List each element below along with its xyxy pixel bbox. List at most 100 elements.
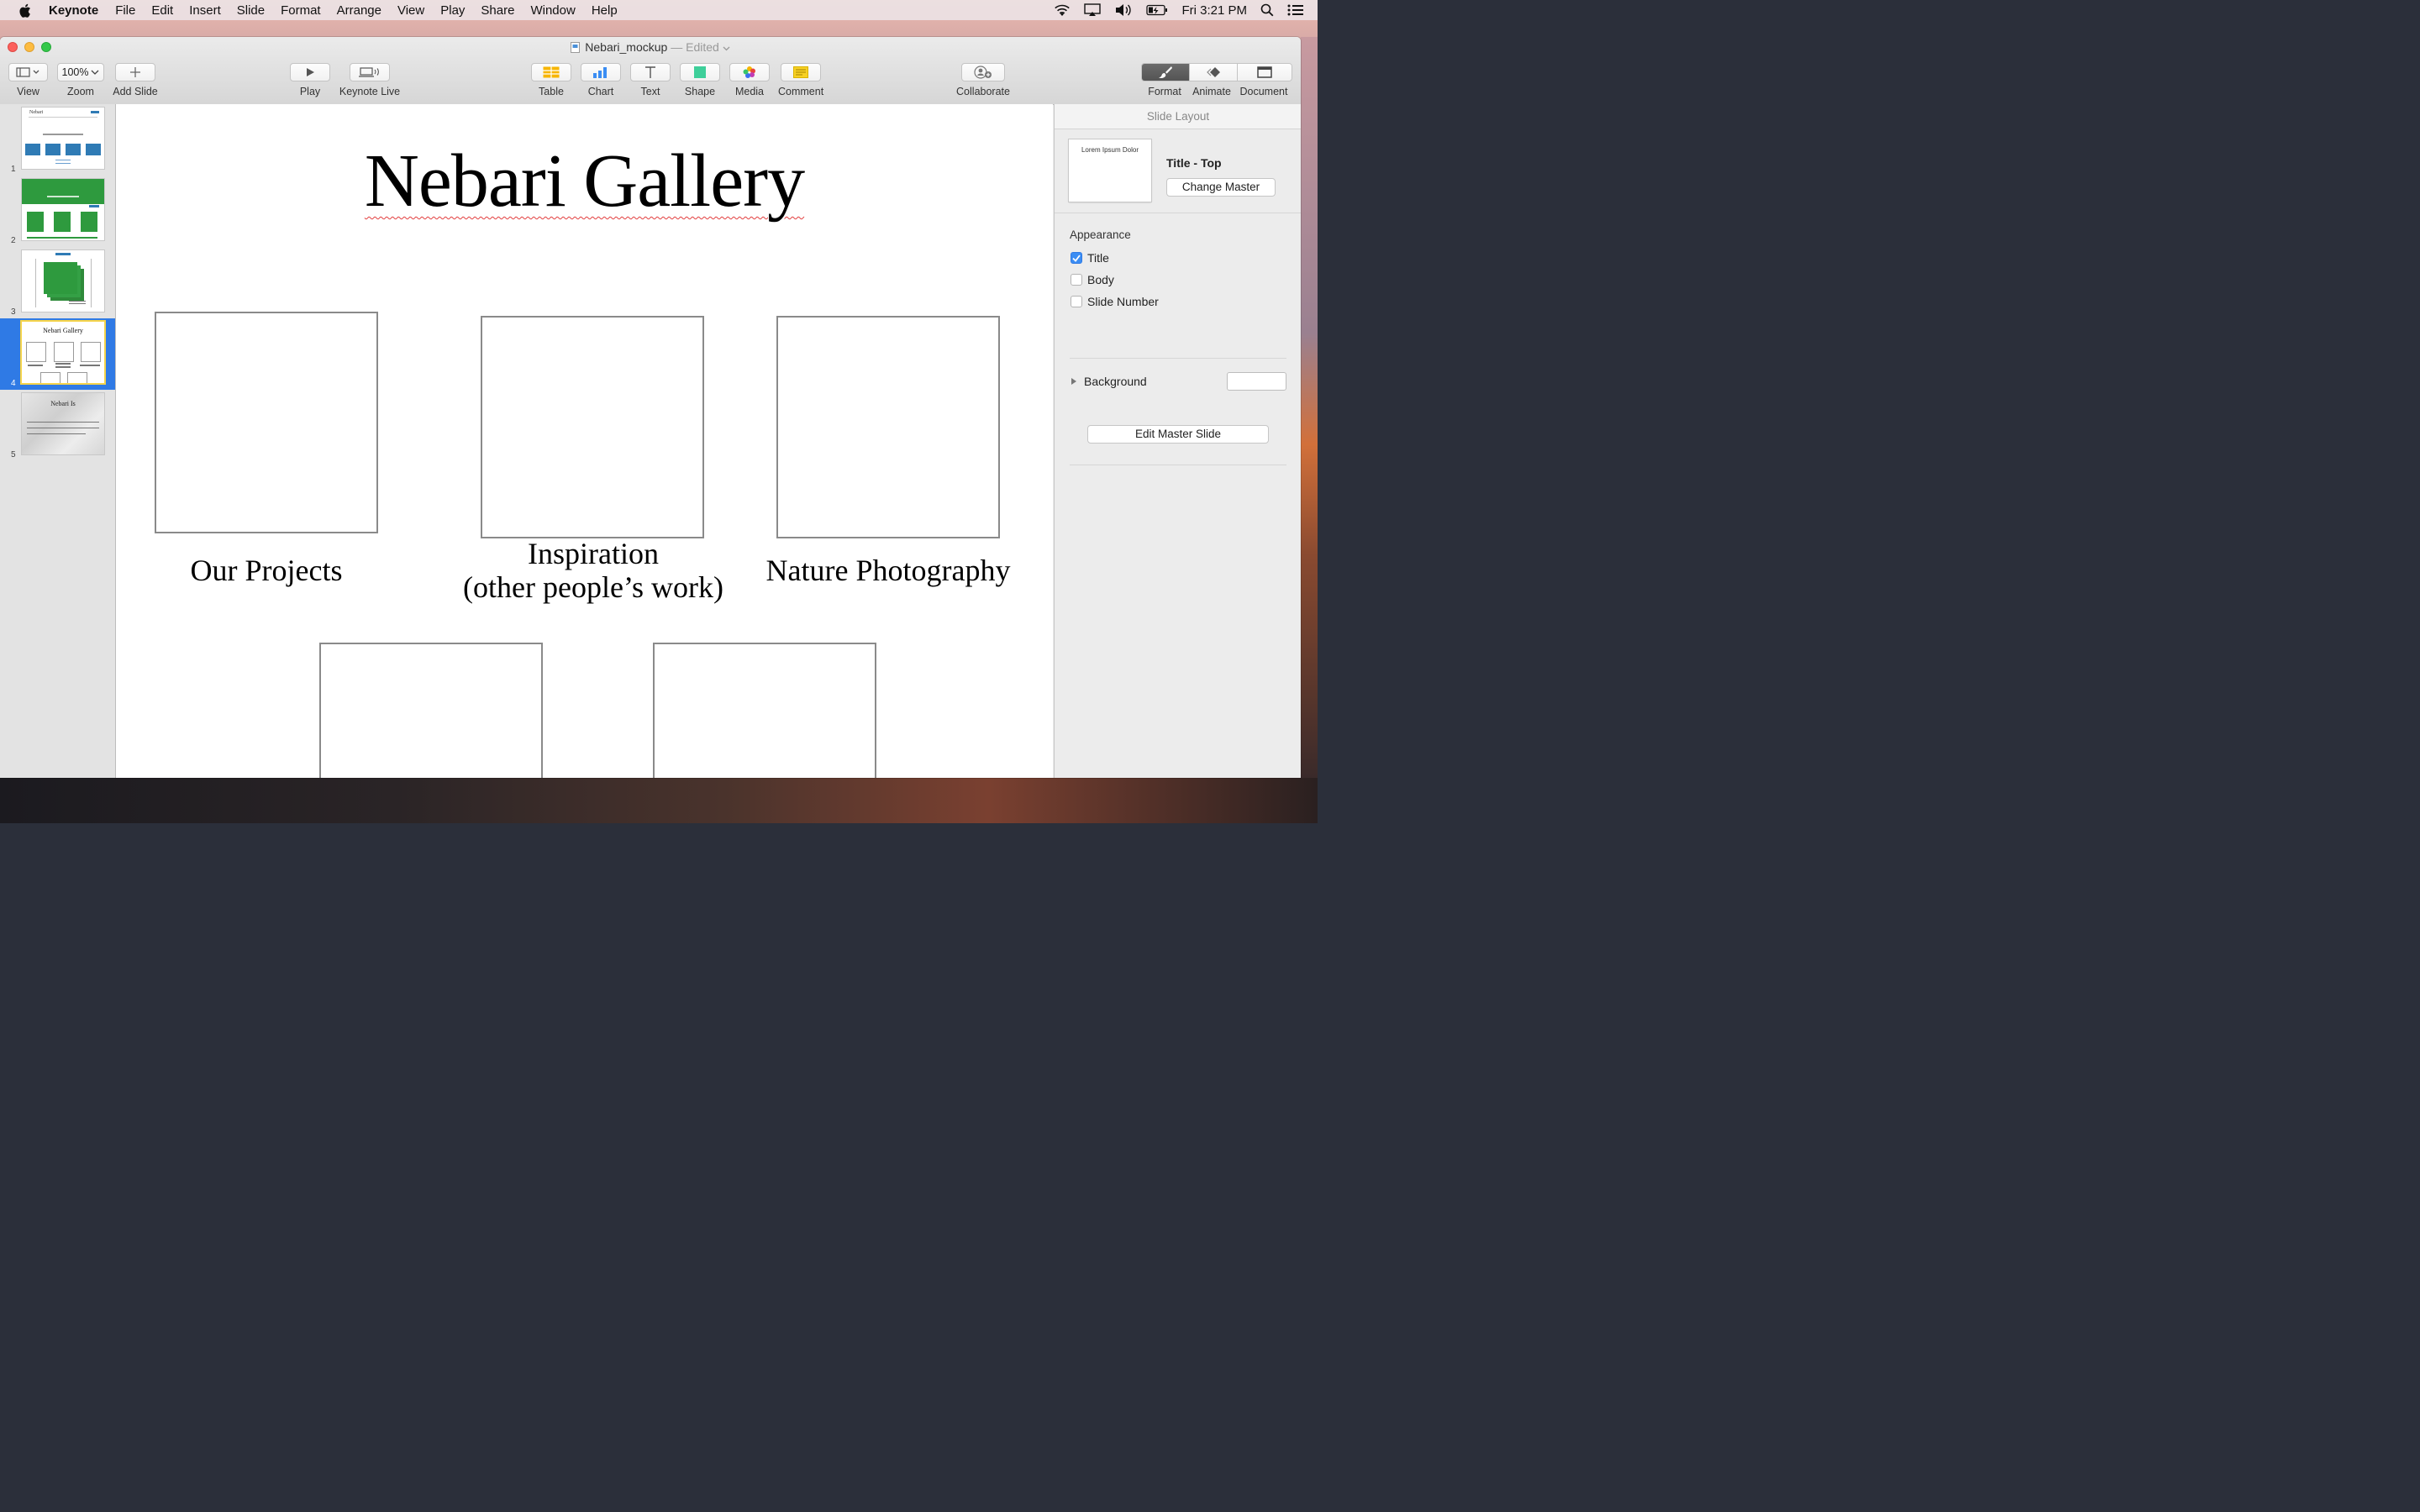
slide-number-3: 3 — [11, 307, 16, 317]
menu-insert[interactable]: Insert — [189, 3, 221, 18]
slide-thumbnail-5[interactable]: Nebari Is 5 — [0, 390, 115, 461]
volume-icon[interactable] — [1114, 3, 1133, 17]
comment-label: Comment — [778, 86, 824, 97]
format-tab[interactable] — [1142, 64, 1190, 81]
view-label: View — [17, 86, 39, 97]
label-inspiration[interactable]: Inspiration (other people’s work) — [455, 537, 731, 604]
background-disclosure[interactable]: Background — [1070, 375, 1147, 388]
title-checkbox[interactable] — [1071, 252, 1082, 264]
label-our-projects[interactable]: Our Projects — [146, 554, 387, 587]
chart-button[interactable] — [581, 63, 621, 81]
shape-tool[interactable]: Shape — [680, 63, 720, 97]
master-slide-thumbnail[interactable]: Lorem Ipsum Dolor — [1069, 139, 1151, 202]
zoom-tool[interactable]: 100% Zoom — [57, 63, 104, 97]
airplay-icon[interactable] — [1084, 3, 1102, 17]
text-button[interactable] — [630, 63, 671, 81]
comment-icon — [793, 66, 808, 78]
menu-view[interactable]: View — [397, 3, 424, 18]
battery-icon[interactable] — [1146, 4, 1168, 16]
keynote-document-icon — [571, 42, 581, 53]
menu-edit[interactable]: Edit — [151, 3, 173, 18]
wifi-icon[interactable] — [1054, 4, 1071, 17]
menu-clock[interactable]: Fri 3:21 PM — [1181, 3, 1247, 18]
slide-number-5: 5 — [11, 450, 16, 459]
keynote-live-tool[interactable]: Keynote Live — [339, 63, 401, 97]
photos-icon — [743, 66, 755, 78]
play-tool[interactable]: Play — [290, 63, 330, 97]
shape-button[interactable] — [680, 63, 720, 81]
image-placeholder-bottom-right[interactable] — [653, 643, 876, 778]
body-checkbox-row[interactable]: Body — [1071, 273, 1114, 286]
menu-play[interactable]: Play — [440, 3, 465, 18]
window-title[interactable]: Nebari_mockup — Edited — [0, 40, 1301, 54]
collaborate-button[interactable] — [961, 63, 1005, 81]
slide-canvas[interactable]: Nebari Gallery Our Projects Inspiration … — [116, 104, 1053, 778]
appearance-separator — [1070, 358, 1286, 359]
play-button[interactable] — [290, 63, 330, 81]
title-checkbox-row[interactable]: Title — [1071, 251, 1109, 265]
image-placeholder-nature[interactable] — [776, 316, 1000, 538]
background-color-well[interactable] — [1227, 372, 1286, 391]
text-label: Text — [640, 86, 660, 97]
spotlight-search-icon[interactable] — [1260, 3, 1274, 17]
edit-master-slide-button[interactable]: Edit Master Slide — [1087, 425, 1269, 444]
view-tool[interactable]: View — [8, 63, 48, 97]
body-checkbox[interactable] — [1071, 274, 1082, 286]
comment-tool[interactable]: Comment — [778, 63, 823, 97]
slide-number-1: 1 — [11, 165, 16, 174]
collaborate-tool[interactable]: Collaborate — [955, 63, 1011, 97]
wallpaper-ridge — [0, 778, 1318, 823]
menu-format[interactable]: Format — [281, 3, 321, 18]
image-placeholder-projects[interactable] — [155, 312, 378, 533]
shape-icon — [694, 66, 706, 78]
checkmark-icon — [1072, 254, 1081, 262]
edited-status: — Edited — [671, 40, 719, 54]
menu-window[interactable]: Window — [530, 3, 575, 18]
keynote-live-button[interactable] — [350, 63, 390, 81]
document-tab[interactable] — [1238, 64, 1292, 81]
animate-label: Animate — [1192, 86, 1231, 97]
change-master-button[interactable]: Change Master — [1166, 178, 1276, 197]
media-label: Media — [734, 86, 765, 97]
table-tool[interactable]: Table — [531, 63, 571, 97]
menu-file[interactable]: File — [115, 3, 135, 18]
slide-thumbnail-3[interactable]: 3 — [0, 247, 115, 318]
add-slide-label: Add Slide — [113, 86, 158, 97]
title-bar: Nebari_mockup — Edited View 100% Zoom Ad… — [0, 37, 1301, 105]
label-nature-photography[interactable]: Nature Photography — [760, 554, 1017, 587]
zoom-select[interactable]: 100% — [57, 63, 104, 81]
slide-title[interactable]: Nebari Gallery — [116, 138, 1053, 224]
animate-tab[interactable] — [1190, 64, 1238, 81]
chart-tool[interactable]: Chart — [581, 63, 621, 97]
background-label: Background — [1084, 375, 1147, 388]
menu-help[interactable]: Help — [592, 3, 618, 18]
slide-thumbnail-4[interactable]: Nebari Gallery 4 — [0, 318, 115, 390]
text-tool[interactable]: Text — [630, 63, 671, 97]
menu-share[interactable]: Share — [481, 3, 514, 18]
format-inspector: Slide Layout Lorem Ipsum Dolor Title - T… — [1054, 104, 1301, 778]
menu-arrange[interactable]: Arrange — [337, 3, 381, 18]
menu-slide[interactable]: Slide — [237, 3, 265, 18]
add-slide-button[interactable] — [115, 63, 155, 81]
slide-thumbnail-2[interactable]: 2 — [0, 176, 115, 247]
slide-2-preview — [22, 179, 104, 240]
image-placeholder-inspiration[interactable] — [481, 316, 704, 538]
view-button[interactable] — [8, 63, 48, 81]
slide-number-checkbox[interactable] — [1071, 296, 1082, 307]
notification-center-icon[interactable] — [1287, 4, 1304, 16]
add-slide-tool[interactable]: Add Slide — [113, 63, 158, 97]
apple-menu-icon[interactable] — [18, 3, 32, 18]
slide-4-title: Nebari Gallery — [43, 327, 83, 334]
slide-number-checkbox-row[interactable]: Slide Number — [1071, 295, 1159, 308]
play-icon — [307, 68, 314, 76]
menu-app-name[interactable]: Keynote — [49, 3, 98, 18]
comment-button[interactable] — [781, 63, 821, 81]
image-placeholder-bottom-left[interactable] — [319, 643, 543, 778]
media-tool[interactable]: Media — [729, 63, 770, 97]
slide-title-text: Nebari Gallery — [364, 139, 805, 223]
slide-thumbnail-1[interactable]: Nebari 1 — [0, 104, 115, 176]
table-button[interactable] — [531, 63, 571, 81]
disclosure-triangle-icon — [1071, 378, 1076, 385]
media-button[interactable] — [729, 63, 770, 81]
document-icon — [1257, 66, 1272, 78]
